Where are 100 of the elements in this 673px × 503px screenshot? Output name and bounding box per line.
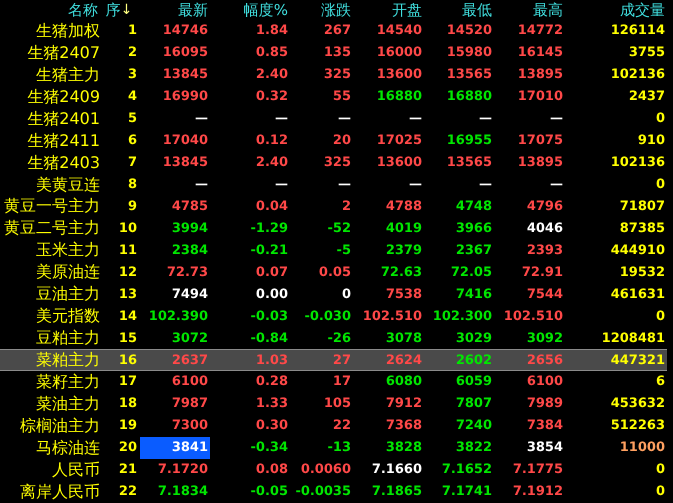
product-name[interactable]: 菜油主力 <box>36 396 100 412</box>
table-cell: 15980 <box>446 46 492 60</box>
row-number: 13 <box>118 288 137 301</box>
table-cell: 16955 <box>446 134 492 148</box>
table-cell: 7.1660 <box>372 463 422 476</box>
product-name[interactable]: 棕榈油主力 <box>20 418 100 434</box>
column-header[interactable]: 最高 <box>533 0 563 22</box>
product-name[interactable]: 生猪主力 <box>36 66 100 83</box>
table-cell: 135 <box>324 46 351 60</box>
table-cell: 1.33 <box>256 397 288 410</box>
column-header[interactable]: 最低 <box>462 0 492 22</box>
table-cell: 2393 <box>526 244 563 257</box>
table-cell: 87385 <box>620 222 665 235</box>
table-cell: 13845 <box>162 156 208 170</box>
row-number: 14 <box>118 310 137 323</box>
table-cell: 2437 <box>628 90 665 104</box>
table-cell: 7989 <box>526 397 563 410</box>
product-name[interactable]: 生猪2403 <box>27 154 100 171</box>
product-name[interactable]: 菜籽主力 <box>36 374 100 390</box>
product-name[interactable]: 玉米主力 <box>36 242 100 258</box>
table-cell: 0 <box>342 288 351 301</box>
table-cell: 3029 <box>456 332 492 345</box>
column-header[interactable]: 幅度% <box>244 0 288 22</box>
column-header[interactable]: 成交量 <box>620 0 665 22</box>
table-cell: 0 <box>656 485 665 498</box>
row-number: 20 <box>118 441 137 454</box>
column-header[interactable]: 涨跌 <box>321 0 351 22</box>
row-number: 11 <box>118 244 137 257</box>
product-name[interactable]: 黄豆二号主力 <box>4 220 100 236</box>
product-name[interactable]: 豆油主力 <box>36 286 100 302</box>
product-name[interactable]: 美黄豆连 <box>36 176 100 193</box>
table-cell: 0.08 <box>256 463 288 476</box>
table-cell: 2.40 <box>256 68 288 82</box>
table-cell: 17040 <box>162 134 208 148</box>
row-number: 2 <box>128 46 137 60</box>
table-cell: 7538 <box>386 288 422 301</box>
table-cell: 17 <box>332 375 351 388</box>
table-cell: 4748 <box>456 200 492 213</box>
row-number: 7 <box>128 156 137 170</box>
product-name[interactable]: 人民币 <box>52 462 100 478</box>
table-cell: 16095 <box>162 46 208 60</box>
product-name[interactable]: 生猪2409 <box>27 88 100 105</box>
table-cell: -5 <box>336 244 351 257</box>
table-cell: 7544 <box>526 288 563 301</box>
product-name[interactable]: 美原油连 <box>36 264 100 280</box>
table-cell: 0.00 <box>256 288 288 301</box>
column-header[interactable]: 序 <box>106 0 121 22</box>
table-cell: 71807 <box>620 200 665 213</box>
table-cell: 4788 <box>386 200 422 213</box>
table-cell: 3755 <box>628 46 665 60</box>
table-cell: — <box>479 178 492 192</box>
table-cell: 4019 <box>386 222 422 235</box>
table-cell: 72.63 <box>380 266 422 279</box>
table-cell: 6 <box>656 375 665 388</box>
table-cell: -26 <box>328 332 351 345</box>
table-cell: 453632 <box>610 397 665 410</box>
product-name[interactable]: 美元指数 <box>36 308 100 324</box>
product-name[interactable]: 菜粕主力 <box>36 352 100 368</box>
focused-cell[interactable]: 3841 <box>140 436 210 459</box>
table-cell: 3966 <box>456 222 492 235</box>
table-cell: 14772 <box>518 24 563 38</box>
row-number: 16 <box>118 354 137 367</box>
table-cell: 11000 <box>620 441 665 454</box>
table-cell: 0.07 <box>256 266 288 279</box>
table-cell: 72.73 <box>166 266 208 279</box>
table-cell: 16000 <box>376 46 422 60</box>
table-cell: — <box>338 178 351 192</box>
row-number: 3 <box>128 68 137 82</box>
table-cell: -0.84 <box>250 332 288 345</box>
column-header[interactable]: 最新 <box>178 0 208 22</box>
table-cell: 0.04 <box>256 200 288 213</box>
table-cell: — <box>195 112 208 126</box>
product-name[interactable]: 生猪加权 <box>36 22 100 39</box>
product-name[interactable]: 生猪2407 <box>27 44 100 61</box>
table-cell: -0.34 <box>250 441 288 454</box>
column-header[interactable]: 开盘 <box>392 0 422 22</box>
product-name[interactable]: 离岸人民币 <box>20 484 100 500</box>
table-cell: 3994 <box>172 222 208 235</box>
column-header[interactable]: 名称 <box>68 0 98 22</box>
table-cell: 19532 <box>620 266 665 279</box>
table-cell: 14520 <box>446 24 492 38</box>
table-cell: 13600 <box>376 68 422 82</box>
table-cell: 102.300 <box>432 310 492 323</box>
table-cell: 0.0060 <box>300 463 351 476</box>
table-cell: 13845 <box>162 68 208 82</box>
product-name[interactable]: 生猪2401 <box>27 110 100 127</box>
product-name[interactable]: 黄豆一号主力 <box>4 198 100 214</box>
product-name[interactable]: 生猪2411 <box>27 132 100 149</box>
table-cell: 13895 <box>518 68 563 82</box>
table-cell: 6100 <box>172 375 208 388</box>
table-cell: 3072 <box>172 332 208 345</box>
table-cell: 102.510 <box>362 310 422 323</box>
table-cell: 55 <box>332 90 351 104</box>
table-cell: 7368 <box>386 419 422 432</box>
selected-row[interactable]: 菜粕主力 16 2637 1.03 27 2624 2602 2656 447321 <box>0 349 667 371</box>
row-number: 6 <box>128 134 137 148</box>
product-name[interactable]: 豆粕主力 <box>36 330 100 346</box>
table-cell: 7494 <box>172 288 208 301</box>
table-cell: 7300 <box>172 419 208 432</box>
product-name[interactable]: 马棕油连 <box>36 440 100 456</box>
